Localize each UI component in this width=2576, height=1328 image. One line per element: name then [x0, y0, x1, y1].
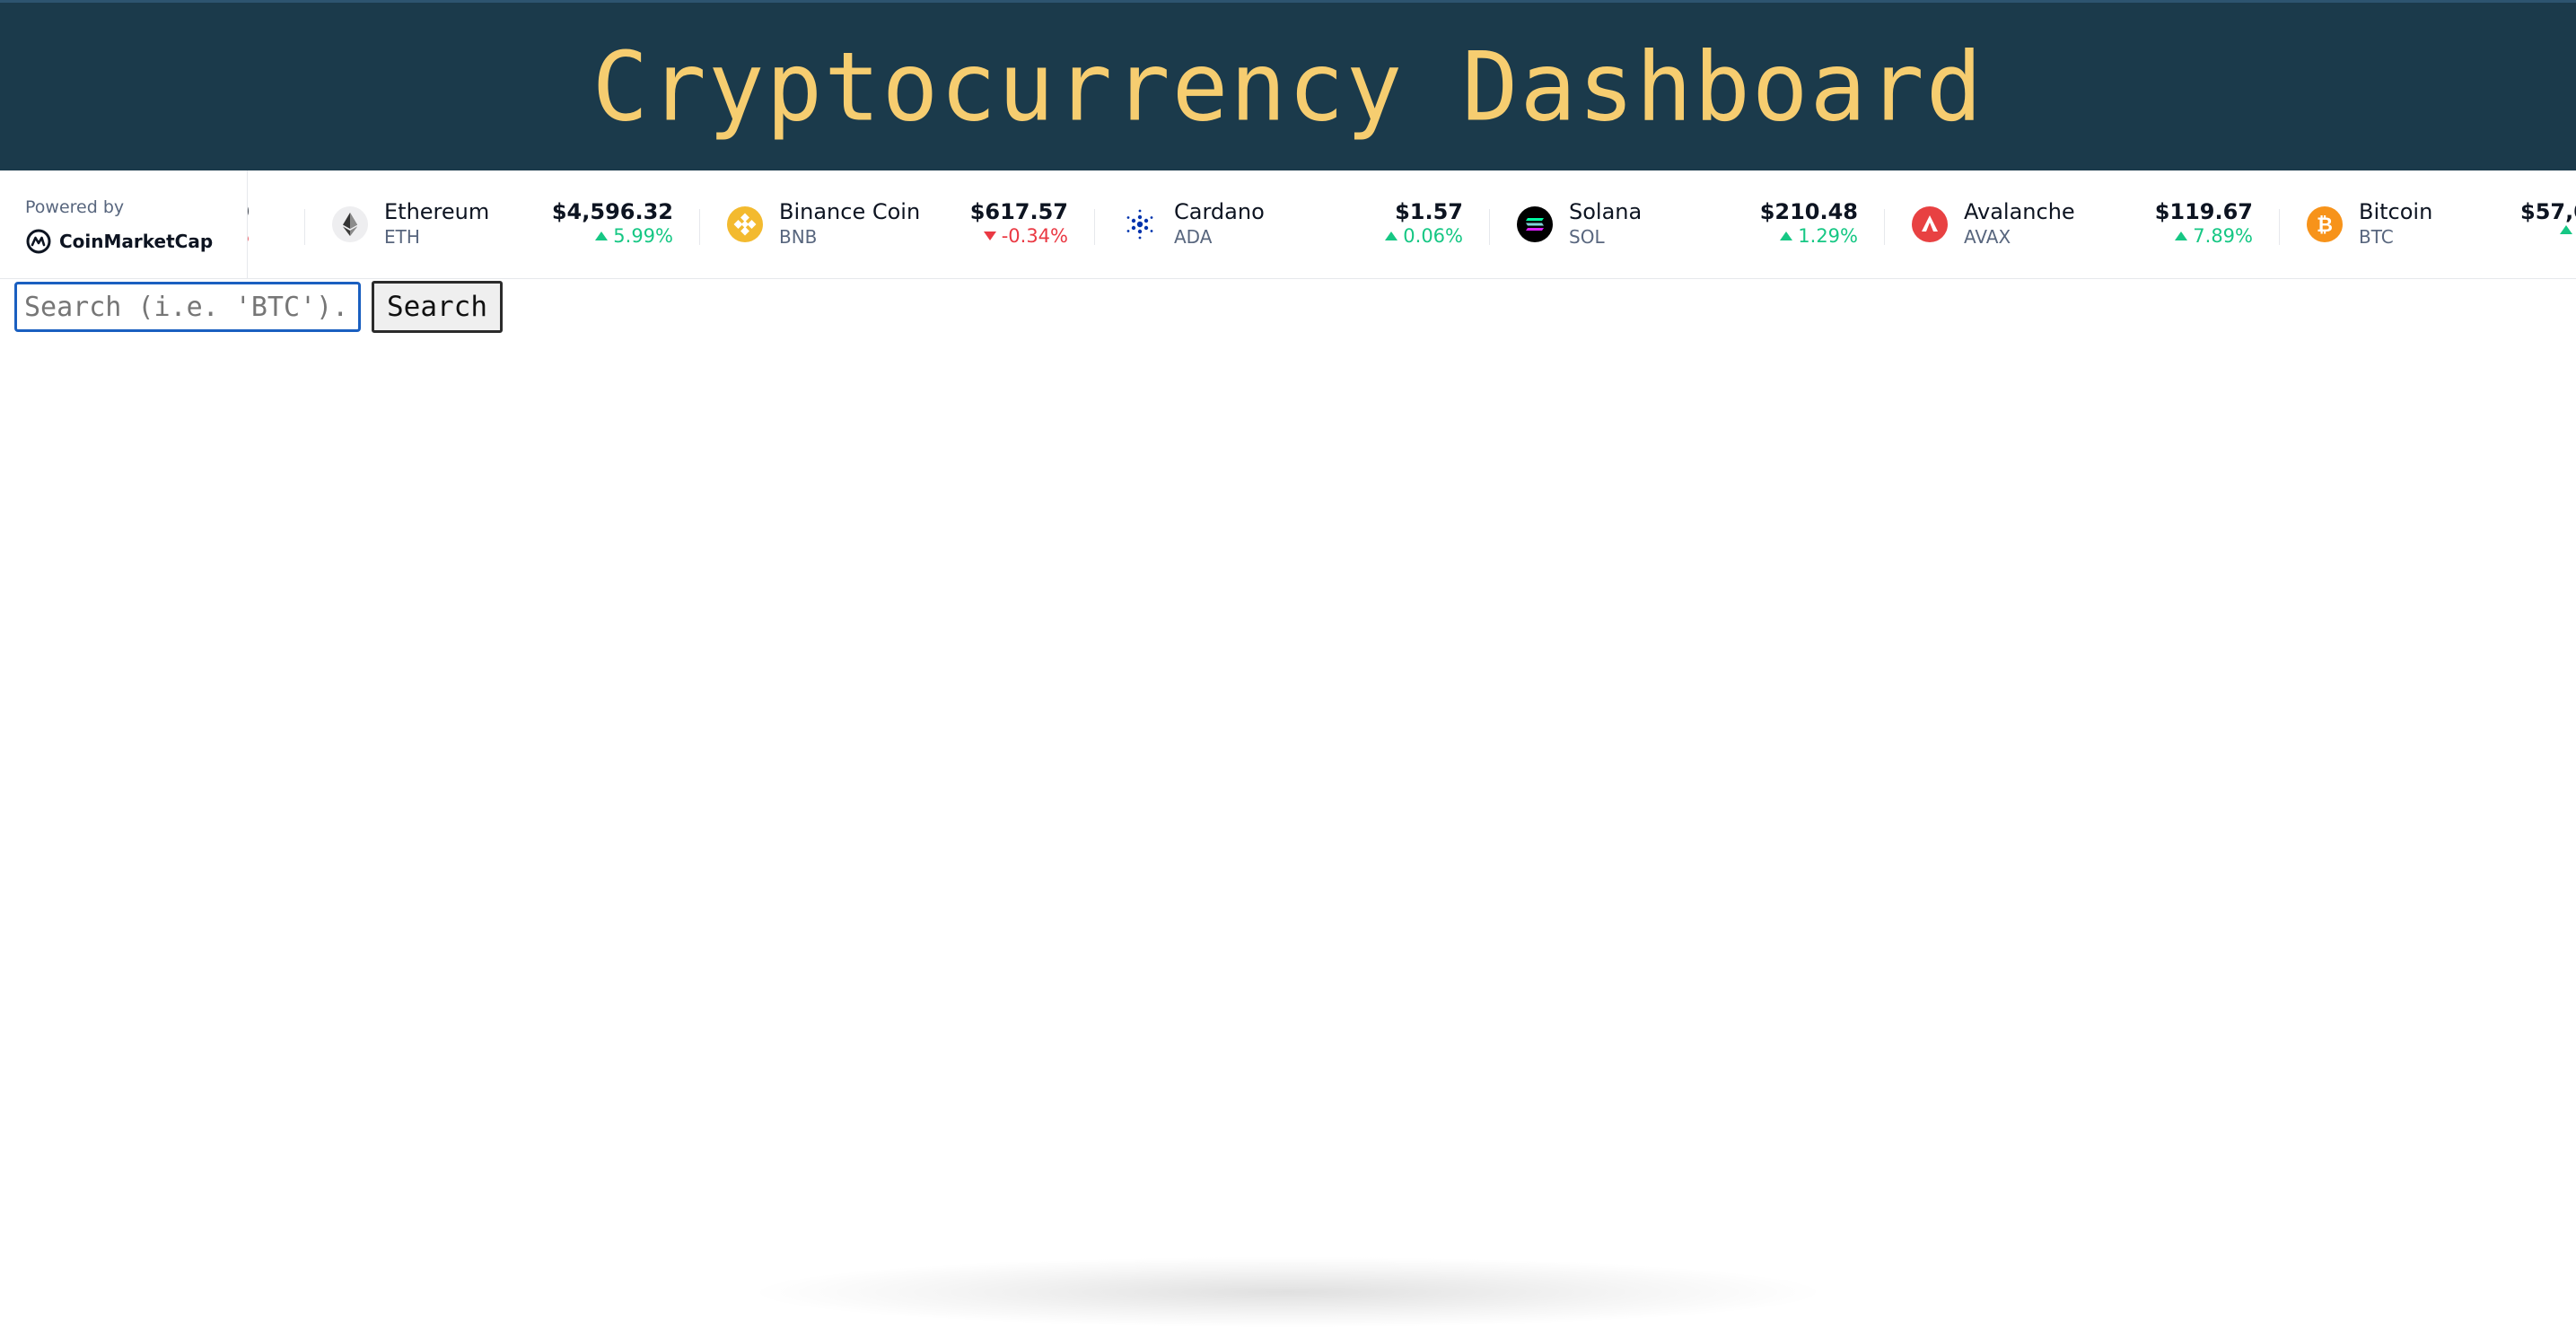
coin-change: [2560, 225, 2572, 234]
coinmarketcap-brand[interactable]: CoinMarketCap: [25, 228, 213, 255]
coin-change: -0.34%: [983, 225, 1068, 247]
powered-by-panel[interactable]: Powered by CoinMarketCap: [0, 170, 248, 278]
page-header: Cryptocurrency Dashboard: [0, 0, 2576, 170]
coin-price: $119.67: [2154, 199, 2253, 224]
coin-change: 1.29%: [1780, 225, 1858, 247]
coin-name: Binance Coin: [779, 199, 921, 224]
powered-by-label: Powered by: [25, 197, 125, 217]
coin-change-value: -0.34%: [1001, 225, 1068, 247]
svg-text:₿: ₿: [2317, 214, 2333, 237]
ticker-coin-solana[interactable]: Solana SOL $210.48 1.29%: [1489, 170, 1885, 278]
ethereum-icon: [332, 206, 368, 242]
coin-price: $4,596.32: [551, 199, 673, 224]
coin-name: Cardano: [1174, 199, 1265, 224]
ticker-divider: [1094, 209, 1095, 245]
arrow-up-icon: [595, 232, 609, 240]
arrow-up-icon: [1385, 232, 1398, 240]
price-ticker-widget: Powered by CoinMarketCap 00 3%: [0, 170, 2576, 279]
coin-symbol: AVAX: [1964, 226, 2011, 248]
page-title: Cryptocurrency Dashboard: [591, 31, 1985, 143]
arrow-up-icon: [2560, 225, 2572, 234]
arrow-down-icon: [983, 232, 996, 240]
coin-symbol: ETH: [384, 226, 420, 248]
arrow-up-icon: [1780, 232, 1793, 240]
coin-name: Bitcoin: [2359, 199, 2433, 224]
solana-icon: [1517, 206, 1553, 242]
coin-change-value: 7.89%: [2193, 225, 2253, 247]
coin-price: $1.57: [1395, 199, 1463, 224]
ticker-divider: [1489, 209, 1490, 245]
bitcoin-icon: ₿: [2307, 206, 2343, 242]
bottom-shadow: [745, 1256, 1831, 1328]
ticker-divider: [304, 209, 305, 245]
search-input[interactable]: [14, 282, 361, 332]
coin-price: $617.57: [969, 199, 1068, 224]
ticker-coin-binance-coin[interactable]: Binance Coin BNB $617.57 -0.34%: [699, 170, 1095, 278]
coin-name: Avalanche: [1964, 199, 2075, 224]
coinmarketcap-logo-icon: [26, 229, 51, 254]
ticker-divider: [2279, 209, 2280, 245]
ticker-divider: [1884, 209, 1885, 245]
coin-symbol: BNB: [779, 226, 818, 248]
coin-symbol: ADA: [1174, 226, 1213, 248]
coin-change-value: 5.99%: [613, 225, 673, 247]
coinmarketcap-label: CoinMarketCap: [59, 231, 214, 252]
avalanche-icon: [1912, 206, 1948, 242]
ticker-coin-bitcoin[interactable]: ₿ Bitcoin BTC $57,0: [2279, 170, 2576, 278]
cardano-icon: [1122, 206, 1158, 242]
coin-change: 7.89%: [2175, 225, 2253, 247]
ticker-divider: [699, 209, 700, 245]
ticker-coin-ethereum[interactable]: Ethereum ETH $4,596.32 5.99%: [304, 170, 700, 278]
bnb-icon: [727, 206, 763, 242]
ticker-coin-cardano[interactable]: Cardano ADA $1.57 0.06%: [1094, 170, 1490, 278]
ticker-coin-avalanche[interactable]: Avalanche AVAX $119.67 7.89%: [1884, 170, 2280, 278]
coin-price: $210.48: [1759, 199, 1858, 224]
coin-change: 5.99%: [595, 225, 673, 247]
coin-symbol: SOL: [1569, 226, 1605, 248]
search-button[interactable]: Search: [372, 281, 503, 333]
coin-name: Ethereum: [384, 199, 490, 224]
coin-change: 0.06%: [1385, 225, 1463, 247]
coin-symbol: BTC: [2359, 226, 2394, 248]
coin-price: $57,0: [2520, 199, 2576, 224]
search-bar: Search: [14, 281, 503, 333]
coin-name: Solana: [1569, 199, 1643, 224]
arrow-up-icon: [2175, 232, 2188, 240]
coin-change-value: 1.29%: [1798, 225, 1858, 247]
coin-change-value: 0.06%: [1403, 225, 1463, 247]
